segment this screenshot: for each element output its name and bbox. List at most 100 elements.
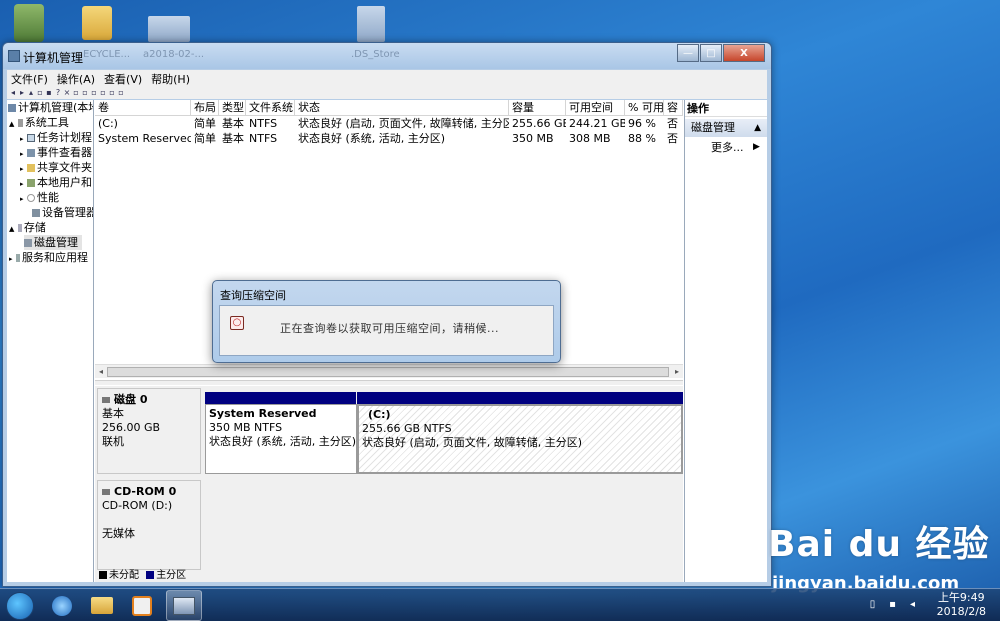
column-header-layout[interactable]: 布局 [191, 100, 219, 116]
menu-bar: 文件(F) 操作(A) 查看(V) 帮助(H) [7, 70, 767, 87]
media-player-taskbar-button[interactable] [124, 590, 160, 621]
disk-icon [24, 239, 32, 247]
capacity-cell: 255.66 GB [512, 117, 566, 130]
network-icon[interactable]: ▪ [887, 599, 898, 610]
back-icon[interactable]: ◂ [9, 89, 17, 97]
tree-item-shared-folders[interactable]: ▸ 共享文件夹 [20, 160, 92, 175]
minimize-button[interactable]: — [677, 44, 699, 62]
cdrom-drive: CD-ROM (D:) [102, 499, 173, 512]
expand-icon[interactable]: ▸ [20, 180, 24, 188]
scroll-left-icon[interactable]: ◂ [95, 365, 107, 379]
cdrom-name: CD-ROM 0 [114, 485, 177, 498]
tree-item-local-users[interactable]: ▸ 本地用户和 [20, 175, 92, 190]
submenu-arrow-icon: ▶ [753, 142, 760, 152]
menu-action[interactable]: 操作(A) [57, 71, 95, 87]
actions-more[interactable]: 更多... ▶ [711, 140, 760, 155]
properties-icon[interactable]: ▪ [45, 89, 53, 97]
title-bar[interactable]: 计算机管理 ECYCLE... a2018-02-... .DS_Store —… [3, 43, 771, 69]
desktop-file-icon[interactable] [357, 6, 385, 42]
tree-item-event-viewer[interactable]: ▸ 事件查看器 [20, 145, 92, 160]
up-icon[interactable]: ▴ [27, 89, 35, 97]
clock-icon [27, 134, 36, 142]
folder-icon[interactable]: ▫ [36, 89, 44, 97]
expand-icon[interactable]: ▲ [9, 225, 14, 233]
disk-type: 基本 [102, 407, 124, 420]
computer-icon [8, 104, 16, 112]
actions-section-disk-management[interactable]: 磁盘管理 ▲ [685, 119, 767, 137]
free-space-cell: 308 MB [569, 132, 611, 145]
legend-primary: 主分区 [156, 570, 187, 581]
navigation-tree: 计算机管理(本地 ▲ 系统工具 ▸ 任务计划程 ▸ 事件查看器 ▸ 共享文件夹 … [7, 100, 94, 582]
magnify-icon[interactable]: ▫ [108, 89, 116, 97]
tree-item-label: 性能 [37, 191, 60, 204]
computer-management-taskbar-button[interactable] [166, 590, 202, 621]
close-button[interactable]: X [723, 44, 765, 62]
tools-icon [17, 119, 23, 127]
expand-icon[interactable]: ▸ [20, 135, 24, 143]
start-button[interactable] [6, 592, 34, 620]
tree-item-disk-management[interactable]: 磁盘管理 [24, 235, 82, 250]
horizontal-scrollbar[interactable]: ◂ ▸ [95, 364, 683, 378]
help-icon[interactable]: ? [54, 89, 62, 97]
column-header-status[interactable]: 状态 [295, 100, 509, 116]
tree-item-task-scheduler[interactable]: ▸ 任务计划程 [20, 130, 92, 145]
volume-icon[interactable]: ◂ [907, 599, 918, 610]
column-header-free-space[interactable]: 可用空间 [566, 100, 625, 116]
collapse-icon[interactable]: ▲ [754, 119, 761, 137]
partition-c[interactable]: (C:) 255.66 GB NTFS 状态良好 (启动, 页面文件, 故障转储… [357, 404, 683, 474]
menu-view[interactable]: 查看(V) [104, 71, 142, 87]
expand-icon[interactable]: ▸ [20, 195, 24, 203]
volume-cell: System Reserved [98, 132, 191, 145]
progress-icon: ○ [230, 316, 244, 330]
date: 2018/2/8 [936, 605, 986, 618]
tree-item-storage[interactable]: ▲ 存储 [9, 220, 46, 235]
column-header-fault-tolerance[interactable]: 容 [664, 100, 683, 116]
expand-icon[interactable]: ▸ [20, 165, 24, 173]
more-label: 更多... [711, 141, 744, 154]
tree-item-performance[interactable]: ▸ 性能 [20, 190, 59, 205]
tree-item-device-manager[interactable]: 设备管理器 [32, 205, 93, 220]
tree-item-system-tools[interactable]: ▲ 系统工具 [9, 115, 69, 130]
cdrom-0-label[interactable]: CD-ROM 0 CD-ROM (D:) 无媒体 [97, 480, 201, 570]
explorer-taskbar-button[interactable] [84, 590, 120, 621]
expand-icon[interactable]: ▸ [9, 255, 13, 263]
tree-item-services-apps[interactable]: ▸ 服务和应用程 [9, 250, 88, 265]
disk-0-label[interactable]: 磁盘 0 基本 256.00 GB 联机 [97, 388, 201, 474]
maximize-button[interactable]: □ [700, 44, 722, 62]
scroll-thumb[interactable] [107, 367, 669, 377]
expand-icon[interactable]: ▲ [9, 120, 14, 128]
tree-item-label: 服务和应用程 [22, 251, 89, 264]
battery-icon[interactable]: ▯ [867, 599, 878, 610]
refresh-icon[interactable]: ▫ [117, 89, 125, 97]
scroll-right-icon[interactable]: ▸ [671, 365, 683, 379]
column-header-volume[interactable]: 卷 [95, 100, 191, 116]
clock[interactable]: 上午9:49 2018/2/8 [937, 591, 986, 619]
pane-splitter[interactable] [95, 380, 683, 385]
desktop-window-icon[interactable] [148, 16, 190, 42]
forward-icon[interactable]: ▸ [18, 89, 26, 97]
settings-icon[interactable]: ▫ [72, 89, 80, 97]
new-icon[interactable]: ▫ [81, 89, 89, 97]
tree-item-label: 共享文件夹 [37, 161, 93, 174]
cdrom-icon [102, 489, 110, 495]
tree-item-label: 事件查看器 [37, 146, 93, 159]
column-header-percent-free[interactable]: % 可用 [625, 100, 664, 116]
open-icon[interactable]: ▫ [90, 89, 98, 97]
expand-icon[interactable]: ▸ [20, 150, 24, 158]
layout-cell: 简单 [194, 132, 216, 145]
ie-taskbar-button[interactable] [44, 590, 80, 621]
event-icon [27, 149, 36, 157]
column-header-type[interactable]: 类型 [219, 100, 246, 116]
desktop-folder-icon[interactable] [82, 6, 112, 40]
desktop-user-icon[interactable] [14, 4, 44, 42]
partition-system-reserved[interactable]: System Reserved 350 MB NTFS 状态良好 (系统, 活动… [205, 404, 357, 474]
delete-icon[interactable]: × [63, 89, 71, 97]
filesystem-cell: NTFS [249, 132, 278, 145]
tree-item-computer-management[interactable]: 计算机管理(本地 [8, 100, 93, 115]
partition-name: System Reserved [209, 407, 317, 420]
column-header-filesystem[interactable]: 文件系统 [246, 100, 295, 116]
menu-file[interactable]: 文件(F) [11, 71, 48, 87]
menu-help[interactable]: 帮助(H) [151, 71, 190, 87]
search-icon[interactable]: ▫ [99, 89, 107, 97]
column-header-capacity[interactable]: 容量 [509, 100, 566, 116]
